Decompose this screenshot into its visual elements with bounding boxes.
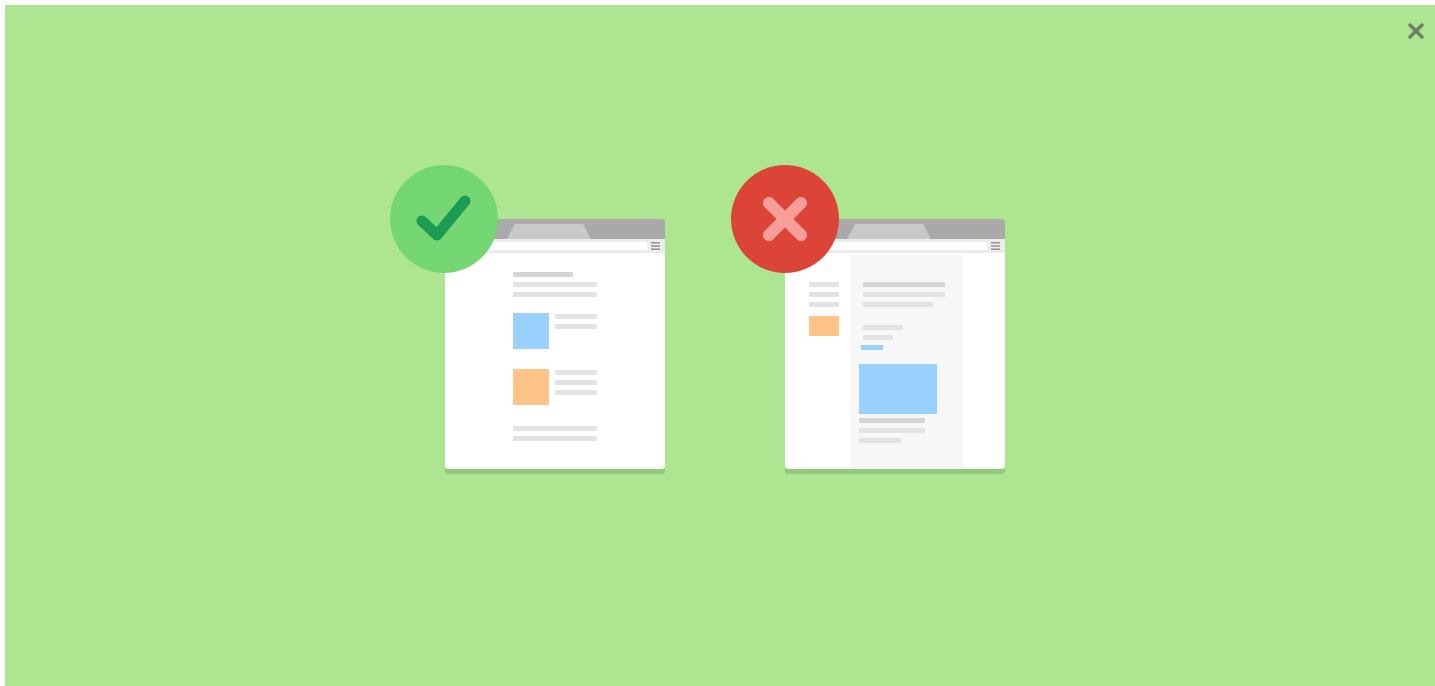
sidebar-line [809, 282, 839, 287]
image-placeholder [809, 316, 839, 336]
content-line [859, 438, 901, 443]
content-line [513, 282, 597, 287]
image-placeholder [859, 364, 937, 414]
content-line [863, 335, 893, 340]
content-line [863, 325, 903, 330]
content-line [863, 302, 933, 307]
main-column [851, 255, 963, 469]
content-line [555, 380, 597, 385]
content-line [863, 292, 945, 297]
content-line [555, 370, 597, 375]
image-placeholder [513, 369, 549, 405]
good-example-badge [390, 165, 498, 273]
content-line [859, 428, 925, 433]
checkmark-icon [416, 195, 471, 241]
content-line [555, 314, 597, 319]
image-placeholder [513, 313, 549, 349]
content-line [555, 390, 597, 395]
content-heading [513, 272, 573, 277]
illustration-stage [5, 5, 1435, 686]
cross-icon [763, 197, 807, 241]
link-placeholder [861, 345, 883, 350]
content-line [859, 418, 925, 423]
sidebar-line [809, 302, 839, 307]
content-line [555, 324, 597, 329]
close-button[interactable] [1404, 19, 1428, 43]
close-icon [1408, 23, 1424, 39]
bad-example-badge [731, 165, 839, 273]
sidebar-line [809, 292, 839, 297]
content-line [513, 426, 597, 431]
content-line [513, 292, 597, 297]
content-line [513, 436, 597, 441]
content-heading [863, 282, 945, 287]
